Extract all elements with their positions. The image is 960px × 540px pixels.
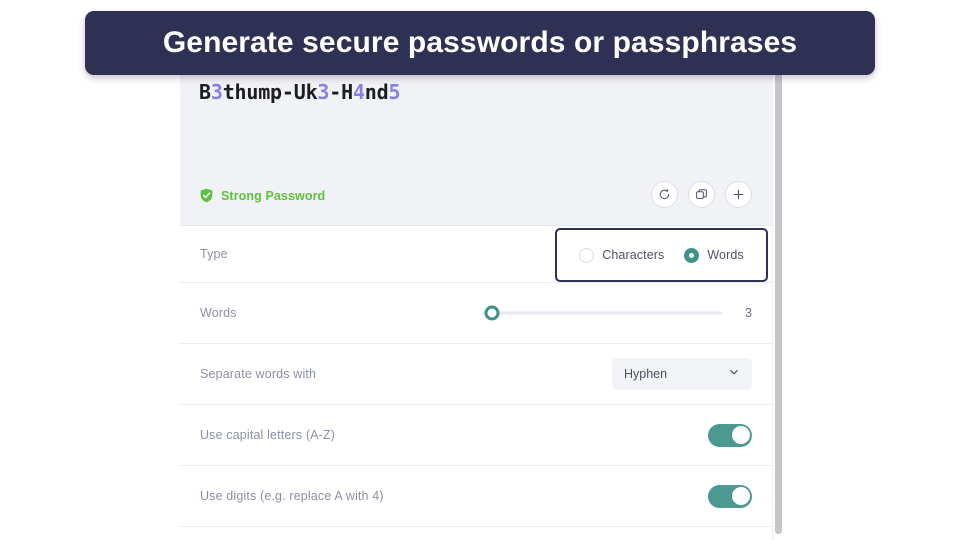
password-display-area: B3thump-Uk3-H4nd5 Strong Password [180, 60, 772, 226]
radio-selected-icon [684, 247, 700, 263]
setting-row-type: Type Characters Words [180, 226, 772, 283]
separator-select[interactable]: Hyphen [612, 358, 752, 390]
password-segment: B [199, 80, 211, 104]
screenshot-root: B3thump-Uk3-H4nd5 Strong Password Type C… [0, 0, 960, 540]
separator-value: Hyphen [624, 367, 668, 381]
words-control: 3 [482, 305, 752, 321]
digits-control [708, 484, 752, 508]
setting-row-words: Words 3 [180, 283, 772, 344]
copy-icon [695, 188, 708, 201]
separator-label: Separate words with [200, 367, 317, 381]
password-segment-digit: 4 [352, 80, 365, 104]
digits-label: Use digits (e.g. replace A with 4) [200, 489, 384, 503]
capitals-label: Use capital letters (A-Z) [200, 428, 336, 442]
add-button[interactable] [725, 181, 752, 208]
password-segment-digit: 3 [317, 80, 330, 104]
setting-row-separator: Separate words with Hyphen [180, 344, 772, 405]
radio-label-characters: Characters [602, 248, 665, 262]
password-strength-indicator: Strong Password [199, 188, 325, 203]
type-label: Type [200, 247, 228, 261]
password-segment-digit: 3 [210, 80, 223, 104]
capitals-control [708, 423, 752, 447]
page-scrollbar-thumb[interactable] [775, 68, 782, 534]
strength-label: Strong Password [221, 188, 326, 203]
slider-thumb[interactable] [484, 305, 500, 321]
capitals-toggle[interactable] [708, 423, 752, 447]
copy-button[interactable] [688, 181, 715, 208]
password-segment-digit: 5 [388, 80, 401, 104]
words-value: 3 [745, 306, 752, 320]
plus-icon [732, 188, 745, 201]
words-slider[interactable] [482, 305, 722, 321]
password-segment: thump-Uk [222, 80, 318, 104]
chevron-down-icon [728, 365, 740, 383]
digits-toggle[interactable] [708, 484, 752, 508]
slider-track [482, 311, 722, 315]
separator-control: Hyphen [612, 358, 752, 390]
password-segment: nd [364, 80, 389, 104]
words-label: Words [200, 306, 237, 320]
password-segment: -H [329, 80, 353, 104]
setting-row-capitals: Use capital letters (A-Z) [180, 405, 772, 466]
refresh-icon [658, 188, 671, 201]
shield-check-icon [199, 188, 214, 203]
regenerate-button[interactable] [651, 181, 678, 208]
headline-banner-text: Generate secure passwords or passphrases [162, 26, 798, 59]
setting-row-digits: Use digits (e.g. replace A with 4) [180, 466, 772, 527]
radio-option-words[interactable]: Words [684, 247, 744, 263]
password-generator-card: B3thump-Uk3-H4nd5 Strong Password Type C… [180, 60, 772, 540]
generated-password[interactable]: B3thump-Uk3-H4nd5 [199, 80, 401, 104]
password-actions [651, 181, 752, 208]
headline-banner: Generate secure passwords or passphrases [85, 11, 875, 75]
type-radio-group: Characters Words [555, 228, 768, 282]
radio-option-characters[interactable]: Characters [579, 247, 665, 263]
radio-unselected-icon [579, 247, 595, 263]
radio-label-words: Words [707, 248, 744, 262]
